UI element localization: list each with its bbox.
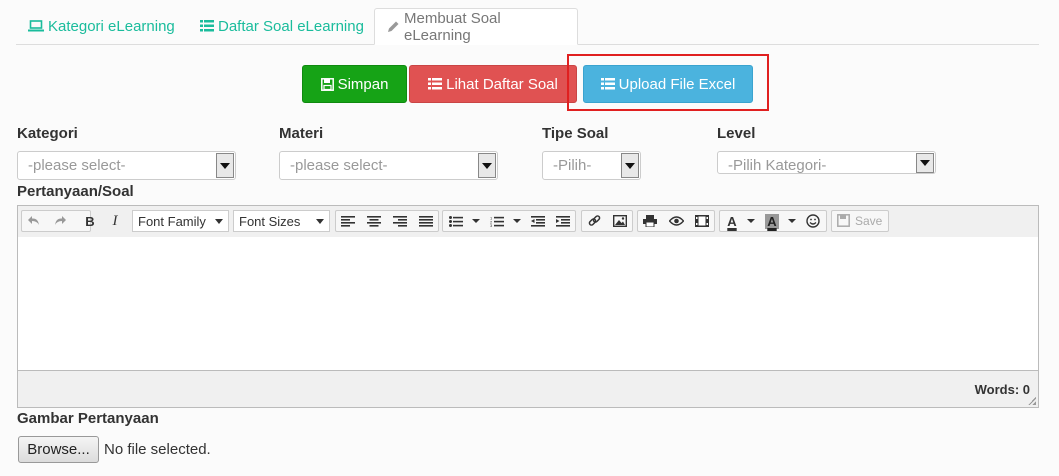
save-button[interactable]: Simpan	[302, 65, 407, 103]
resize-handle[interactable]	[1028, 397, 1036, 405]
redo-icon[interactable]	[49, 210, 71, 232]
numbered-list-icon[interactable]: 123	[486, 210, 508, 232]
align-left-icon[interactable]	[337, 210, 359, 232]
tab-bar: Kategori eLearning Daftar Soal eLearning…	[16, 0, 1039, 45]
materi-select[interactable]: -please select-	[279, 151, 498, 180]
text-color-icon[interactable]: A	[721, 210, 743, 232]
editor-toolbar: B I Font Family Font Sizes 123 A A Save	[18, 206, 1038, 238]
editor-save-button[interactable]: Save	[831, 210, 889, 232]
font-family-label: Font Family	[138, 213, 206, 229]
question-label: Pertanyaan/Soal	[17, 183, 134, 200]
kategori-label: Kategori	[17, 125, 78, 142]
tab-label: Membuat Soal eLearning	[404, 9, 501, 44]
indent-icon[interactable]	[552, 210, 574, 232]
highlight-box	[567, 54, 769, 111]
image-label: Gambar Pertanyaan	[17, 410, 159, 427]
word-count: Words: 0	[974, 382, 1030, 397]
tab-label: Kategori eLearning	[48, 17, 175, 35]
view-question-list-label: Lihat Daftar Soal	[446, 75, 558, 93]
tipe-soal-select-value: -Pilih-	[553, 157, 592, 174]
preview-eye-icon[interactable]	[665, 210, 687, 232]
tipe-soal-select[interactable]: -Pilih-	[542, 151, 641, 180]
font-size-dropdown[interactable]: Font Sizes	[233, 210, 330, 232]
chevron-down-icon[interactable]	[747, 219, 755, 223]
background-color-icon[interactable]: A	[761, 210, 783, 232]
level-select-value: -Pilih Kategori-	[728, 157, 827, 174]
emoticon-icon[interactable]	[802, 210, 824, 232]
chevron-down-icon[interactable]	[472, 219, 480, 223]
tab-membuat-soal[interactable]: Membuat Soal eLearning	[374, 8, 578, 45]
svg-text:3: 3	[490, 223, 493, 227]
chevron-down-icon	[316, 219, 324, 224]
chevron-down-icon	[916, 153, 934, 173]
align-center-icon[interactable]	[363, 210, 385, 232]
chevron-down-icon	[478, 153, 496, 178]
tab-daftar-soal[interactable]: Daftar Soal eLearning	[188, 8, 376, 44]
chevron-down-icon[interactable]	[788, 219, 796, 223]
italic-icon[interactable]: I	[104, 210, 126, 232]
question-text-area[interactable]	[18, 237, 1038, 370]
align-right-icon[interactable]	[389, 210, 411, 232]
image-icon[interactable]	[609, 210, 631, 232]
list-icon	[200, 20, 214, 32]
level-select[interactable]: -Pilih Kategori-	[717, 151, 936, 174]
browse-button[interactable]: Browse...	[18, 436, 99, 463]
chevron-down-icon	[216, 153, 234, 178]
editor-status-bar: Words: 0	[18, 370, 1038, 407]
materi-label: Materi	[279, 125, 324, 142]
file-status-text: No file selected.	[104, 441, 211, 458]
bullet-list-icon[interactable]	[445, 210, 467, 232]
tab-label: Daftar Soal eLearning	[218, 17, 364, 35]
laptop-icon	[28, 20, 44, 32]
outdent-icon[interactable]	[527, 210, 549, 232]
chevron-down-icon	[621, 153, 639, 178]
bold-icon[interactable]: B	[79, 210, 101, 232]
save-button-label: Simpan	[337, 75, 389, 93]
chevron-down-icon[interactable]	[513, 219, 521, 223]
level-label: Level	[717, 125, 756, 142]
font-family-dropdown[interactable]: Font Family	[132, 210, 229, 232]
floppy-icon	[837, 214, 850, 232]
undo-icon[interactable]	[23, 210, 45, 232]
pencil-icon	[387, 20, 400, 33]
chevron-down-icon	[215, 219, 223, 224]
list-icon	[428, 78, 443, 90]
link-icon[interactable]	[583, 210, 605, 232]
font-size-label: Font Sizes	[239, 213, 301, 229]
tab-kategori[interactable]: Kategori eLearning	[16, 8, 187, 44]
materi-select-value: -please select-	[290, 157, 388, 174]
floppy-icon	[320, 77, 334, 91]
kategori-select[interactable]: -please select-	[17, 151, 236, 180]
question-editor: B I Font Family Font Sizes 123 A A Save …	[17, 205, 1039, 408]
kategori-select-value: -please select-	[28, 157, 126, 174]
print-icon[interactable]	[639, 210, 661, 232]
tipe-soal-label: Tipe Soal	[542, 125, 609, 142]
editor-save-label: Save	[855, 214, 883, 228]
view-question-list-button[interactable]: Lihat Daftar Soal	[409, 65, 577, 103]
align-justify-icon[interactable]	[415, 210, 437, 232]
media-icon[interactable]	[691, 210, 713, 232]
